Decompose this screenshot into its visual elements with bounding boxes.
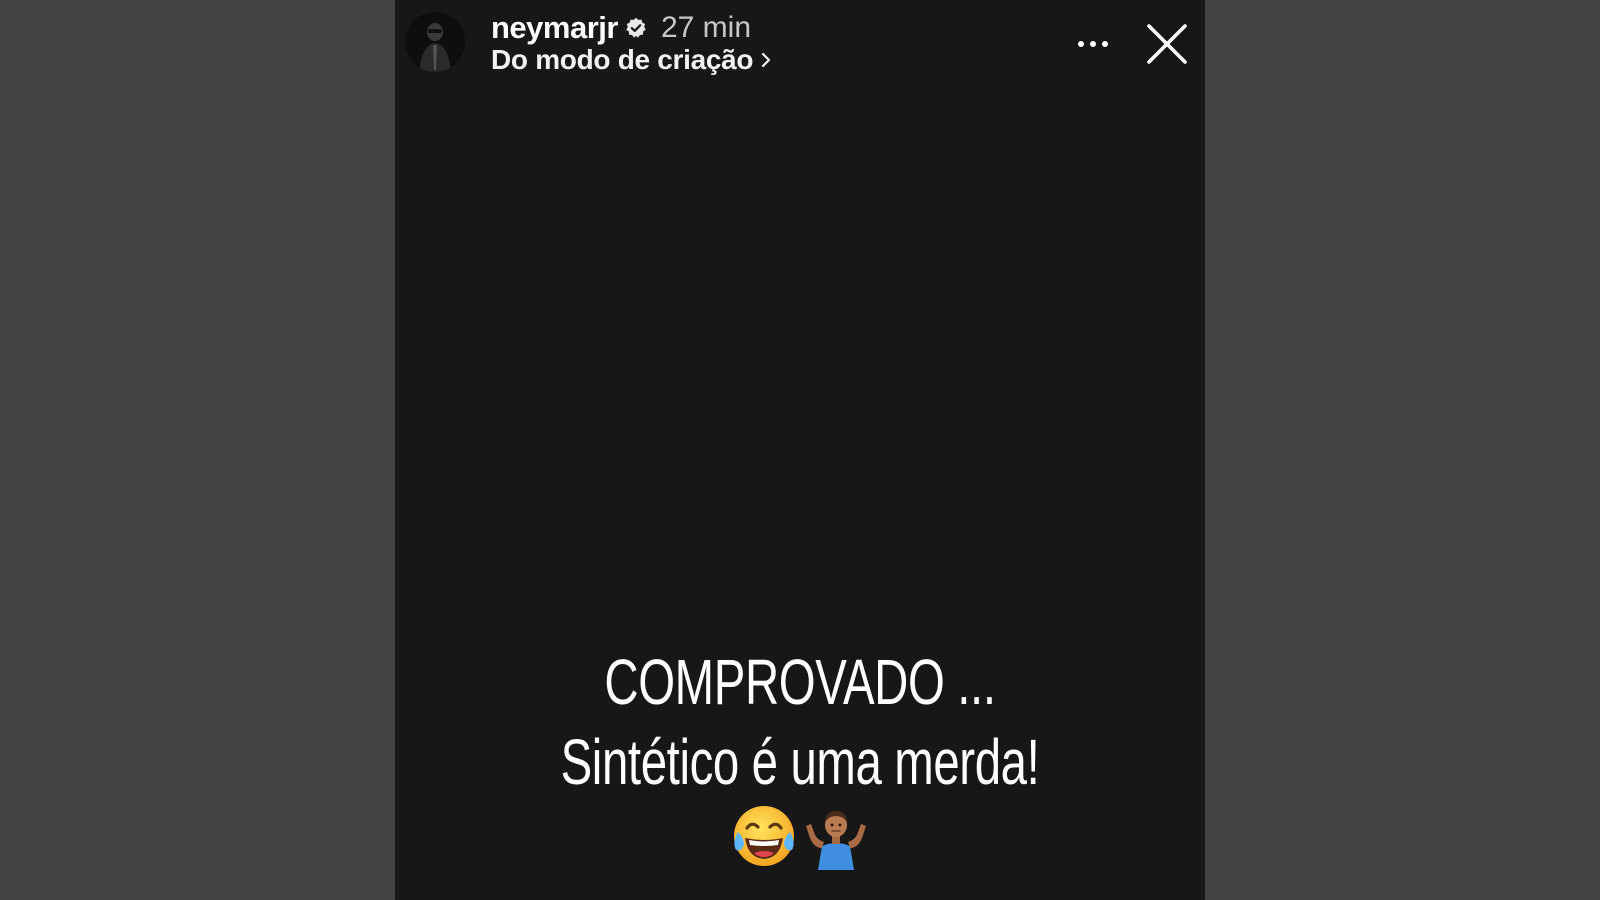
more-options-button[interactable] (1071, 24, 1115, 64)
creation-mode-link[interactable]: Do modo de criação (491, 42, 772, 78)
emoji-row (395, 800, 1205, 872)
story-caption: COMPROVADO ... Sintético é uma merda! (395, 642, 1205, 802)
username[interactable]: neymarjr (491, 10, 618, 46)
verified-badge-icon (625, 17, 647, 39)
close-button[interactable] (1143, 20, 1191, 68)
caption-line-2: Sintético é uma merda! (560, 726, 1040, 798)
close-icon (1147, 24, 1187, 64)
post-time: 27 min (660, 11, 752, 44)
person-shrugging-emoji (806, 811, 866, 870)
story-header: neymarjr 27 min Do modo de criação (395, 0, 1205, 90)
avatar[interactable] (405, 12, 465, 72)
face-with-tears-of-joy-emoji (734, 806, 794, 866)
chevron-right-icon (760, 51, 772, 69)
story-viewer[interactable]: neymarjr 27 min Do modo de criação COMPR… (395, 0, 1205, 900)
caption-line-1: COMPROVADO ... (604, 646, 996, 718)
more-horizontal-icon (1078, 41, 1108, 47)
creation-mode-label: Do modo de criação (491, 44, 754, 75)
